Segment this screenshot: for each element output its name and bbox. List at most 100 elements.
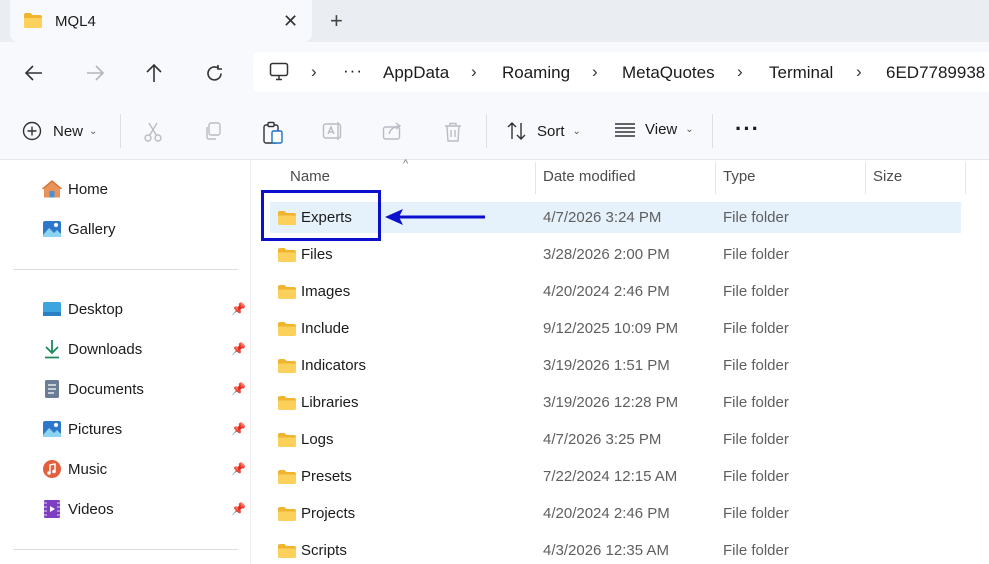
chevron-down-icon: ⌄ [685,124,694,135]
column-resize-handle[interactable] [865,162,866,194]
table-row[interactable]: Presets 7/22/2024 12:15 AM File folder [270,461,961,492]
folder-icon [278,359,296,373]
column-header-name[interactable]: Name [290,168,330,185]
table-row[interactable]: Projects 4/20/2024 2:46 PM File folder [270,498,961,529]
sort-ascending-icon: ^ [403,158,409,170]
tab-mql4[interactable]: MQL4 ✕ [10,0,312,42]
table-row[interactable]: Logs 4/7/2026 3:25 PM File folder [270,424,961,455]
navigation-bar: › ··· AppData › Roaming › MetaQuotes › T… [0,42,989,102]
pictures-icon [42,419,62,439]
file-date-modified: 4/7/2026 3:24 PM [543,209,662,226]
sidebar-item-desktop[interactable]: Desktop [42,297,123,321]
forward-button[interactable] [84,62,106,84]
new-tab-button[interactable]: + [330,10,343,32]
divider [13,549,238,550]
sidebar-item-documents[interactable]: Documents [42,377,144,401]
home-icon [42,179,62,199]
table-row[interactable]: Scripts 4/3/2026 12:35 AM File folder [270,535,961,564]
column-resize-handle[interactable] [715,162,716,194]
table-row[interactable]: Indicators 3/19/2026 1:51 PM File folder [270,350,961,381]
back-button[interactable] [23,62,45,84]
table-row[interactable]: Images 4/20/2024 2:46 PM File folder [270,276,961,307]
folder-icon [278,248,296,262]
file-name: Scripts [301,542,347,559]
sidebar-item-gallery[interactable]: Gallery [42,217,116,241]
sidebar-item-home[interactable]: Home [42,177,108,201]
file-name: Indicators [301,357,367,374]
refresh-button[interactable] [203,62,225,84]
file-type: File folder [723,542,789,559]
breadcrumb-terminal[interactable]: Terminal [769,63,833,83]
sidebar-item-downloads[interactable]: Downloads [42,337,142,361]
chevron-right-icon: › [737,62,743,81]
document-icon [42,379,62,399]
folder-icon [278,470,296,484]
file-type: File folder [723,209,789,226]
column-resize-handle[interactable] [535,162,536,194]
file-type: File folder [723,431,789,448]
annotation-arrow-icon [385,209,485,225]
computer-icon [269,62,289,81]
trash-icon [445,122,461,142]
file-name: Presets [301,468,352,485]
sort-button[interactable]: Sort ⌄ [506,121,581,141]
column-header-size[interactable]: Size [873,168,902,185]
share-button[interactable] [382,121,404,141]
new-label: New [53,122,84,140]
folder-icon [278,322,296,336]
pin-icon[interactable]: 📌 [231,422,246,436]
new-button[interactable]: New ⌄ [22,121,97,141]
column-resize-handle[interactable] [965,162,966,194]
breadcrumb-appdata[interactable]: AppData [383,63,449,83]
cut-button[interactable] [142,121,164,143]
file-name: Libraries [301,394,359,411]
chevron-right-icon: › [592,62,598,81]
pin-icon[interactable]: 📌 [231,382,246,396]
delete-button[interactable] [443,121,463,143]
scissors-icon [144,122,162,142]
chevron-down-icon: ⌄ [572,125,581,137]
copy-button[interactable] [203,121,223,141]
arrow-left-icon [24,65,42,81]
pin-icon[interactable]: 📌 [231,462,246,476]
column-header-date[interactable]: Date modified [543,168,636,185]
pin-icon[interactable]: 📌 [231,502,246,516]
command-bar: New ⌄ Sort ⌄ View ⌄ ··· [0,102,989,160]
pin-icon[interactable]: 📌 [231,342,246,356]
breadcrumb-overflow[interactable]: ··· [343,61,363,81]
file-date-modified: 4/3/2026 12:35 AM [543,542,669,559]
close-tab-icon[interactable]: ✕ [283,11,298,31]
breadcrumb-metaquotes[interactable]: MetaQuotes [622,63,715,83]
pin-icon[interactable]: 📌 [231,302,246,316]
desktop-icon [42,299,62,319]
file-type: File folder [723,246,789,263]
folder-icon [278,507,296,521]
up-button[interactable] [143,62,165,84]
folder-icon [24,13,42,28]
table-row[interactable]: Files 3/28/2026 2:00 PM File folder [270,239,961,270]
sidebar-item-videos[interactable]: Videos [42,497,114,521]
sidebar-item-pictures[interactable]: Pictures [42,417,122,441]
more-options-button[interactable]: ··· [735,116,760,142]
address-bar[interactable]: › ··· AppData › Roaming › MetaQuotes › T… [253,52,989,92]
table-row[interactable]: Include 9/12/2025 10:09 PM File folder [270,313,961,344]
file-date-modified: 4/7/2026 3:25 PM [543,431,662,448]
file-name: Logs [301,431,334,448]
copy-icon [206,122,221,140]
chevron-down-icon: ⌄ [89,125,98,137]
paste-button[interactable] [262,121,284,145]
breadcrumb-roaming[interactable]: Roaming [502,63,570,83]
view-button[interactable]: View ⌄ [614,121,694,138]
sidebar-item-label: Desktop [68,300,124,318]
column-header-type[interactable]: Type [723,168,756,185]
separator [120,114,121,148]
rename-button[interactable] [322,121,344,141]
breadcrumb-terminal-id[interactable]: 6ED7789938 [886,63,985,83]
pane-splitter[interactable] [250,160,251,564]
view-label: View [645,121,678,138]
sidebar-item-music[interactable]: Music [42,457,107,481]
table-row[interactable]: Libraries 3/19/2026 12:28 PM File folder [270,387,961,418]
chevron-right-icon: › [471,62,477,81]
chevron-right-icon: › [856,62,862,81]
folder-icon [278,285,296,299]
